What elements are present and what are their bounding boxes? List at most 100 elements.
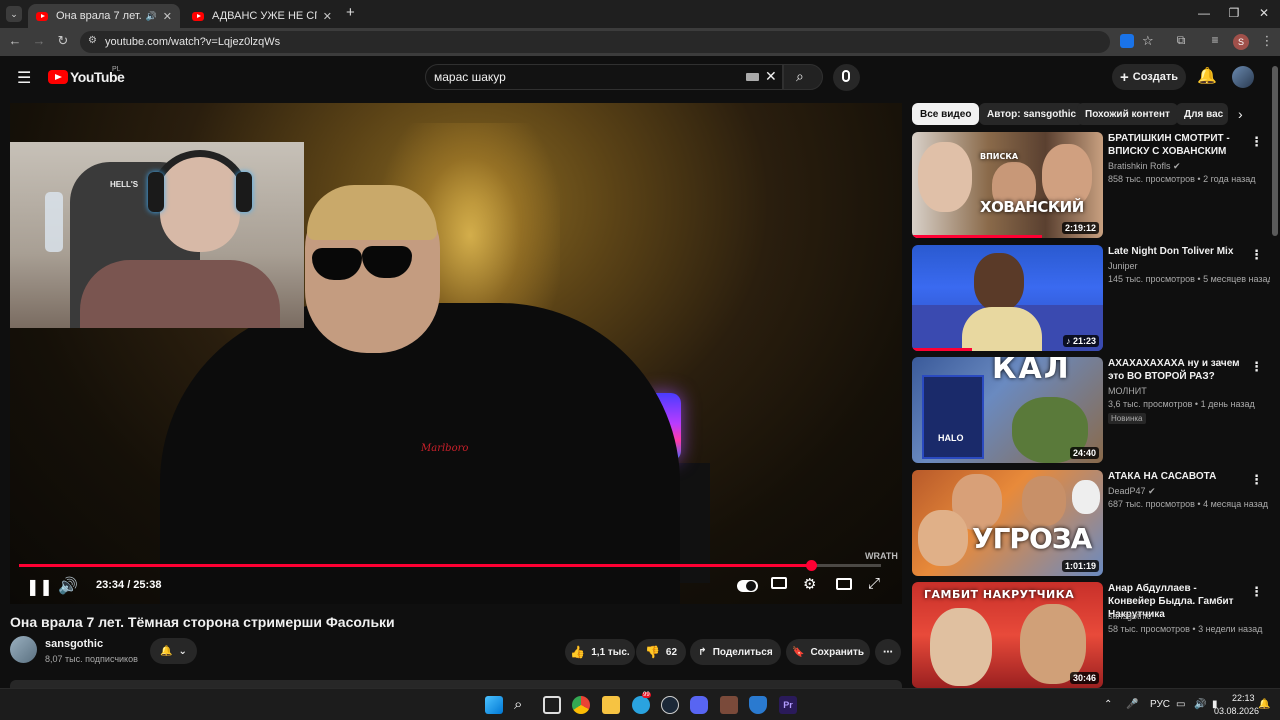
forward-icon[interactable]: → xyxy=(30,33,48,48)
chip-from-author[interactable]: Автор: sansgothic xyxy=(979,103,1085,125)
dislike-button[interactable]: 👎 62 xyxy=(636,639,686,665)
more-options-icon[interactable]: ⋮ xyxy=(1250,584,1263,600)
video-thumbnail[interactable]: КАЛ HALO 24:40 xyxy=(912,357,1103,463)
autoplay-toggle[interactable] xyxy=(737,580,758,592)
search-input[interactable] xyxy=(434,70,734,84)
restore-icon[interactable]: ❐ xyxy=(1224,6,1244,20)
channel-avatar[interactable] xyxy=(10,636,37,663)
game-app-icon[interactable] xyxy=(720,696,738,714)
recommendation-item[interactable]: ГАМБИТ НАКРУТЧИКА 30:46 Анар Абдуллаев -… xyxy=(912,582,1263,688)
task-view-icon[interactable] xyxy=(543,696,561,714)
browser-tab[interactable]: АДВАНС УЖЕ НЕ СПАСТИ — Y ✕ xyxy=(184,4,340,28)
shield-app-icon[interactable] xyxy=(749,696,767,714)
more-options-icon[interactable]: ⋮ xyxy=(1250,472,1263,488)
site-info-icon[interactable]: ⚙ xyxy=(88,35,97,46)
progress-bar[interactable] xyxy=(19,560,881,571)
bookmark-star-icon[interactable]: ☆ xyxy=(1142,33,1154,49)
voice-search-button[interactable] xyxy=(833,64,860,91)
recommendation-title[interactable]: Late Night Don Toliver Mix xyxy=(1108,245,1246,258)
recommendation-item[interactable]: ♪ 21:23 Late Night Don Toliver Mix Junip… xyxy=(912,245,1273,351)
address-bar[interactable]: ⚙ youtube.com/watch?v=Lqjez0lzqWs ☆ xyxy=(80,31,1154,53)
more-actions-button[interactable]: ⋯ xyxy=(875,639,901,665)
discord-icon[interactable] xyxy=(690,696,708,714)
chip-related[interactable]: Похожий контент xyxy=(1077,103,1178,125)
recommendation-title[interactable]: АТАКА НА САСАВОТА xyxy=(1108,470,1246,483)
close-tab-icon[interactable]: ✕ xyxy=(163,10,172,23)
browser-tab-active[interactable]: Она врала 7 лет. Тёмная с 🔊 ✕ xyxy=(28,4,180,28)
fullscreen-icon[interactable]: ⤢ xyxy=(868,575,880,592)
video-player[interactable]: Marlboro WRATH HELL'S ❚❚ 🔊 23:34 / 25:38… xyxy=(10,103,902,604)
video-thumbnail[interactable]: ГАМБИТ НАКРУТЧИКА 30:46 xyxy=(912,582,1103,688)
close-tab-icon[interactable]: ✕ xyxy=(323,10,332,23)
search-button[interactable]: ⌕ xyxy=(783,64,823,90)
volume-tray-icon[interactable]: 🔊 xyxy=(1194,699,1206,710)
save-button[interactable]: 🔖 Сохранить xyxy=(786,639,870,665)
more-options-icon[interactable]: ⋮ xyxy=(1250,134,1263,150)
notifications-bell-icon[interactable]: 🔔 xyxy=(1197,66,1217,86)
keyboard-icon[interactable] xyxy=(746,73,759,81)
like-button[interactable]: 👍 1,1 тыс. xyxy=(565,639,635,665)
clear-search-icon[interactable]: ✕ xyxy=(765,68,777,85)
reload-icon[interactable]: ↻ xyxy=(54,33,72,49)
recommendation-title[interactable]: АХАХАХАХАХА ну и зачем это ВО ВТОРОЙ РАЗ… xyxy=(1108,357,1246,383)
recommendation-item[interactable]: УГРОЗА 1:01:19 АТАКА НА САСАВОТА DeadP47… xyxy=(912,470,1268,576)
telegram-icon[interactable]: 99 xyxy=(632,692,651,714)
tab-search-button[interactable]: ⌄ xyxy=(6,6,22,22)
recommendation-channel[interactable]: МОЛНИТ xyxy=(1108,386,1147,396)
clock-time[interactable]: 22:13 xyxy=(1232,693,1255,703)
youtube-logo-icon[interactable] xyxy=(48,70,68,84)
share-button[interactable]: ↱ Поделиться xyxy=(690,639,781,665)
search-box[interactable]: ✕ xyxy=(425,64,783,90)
translate-icon[interactable] xyxy=(1120,34,1134,48)
hamburger-menu-icon[interactable]: ☰ xyxy=(17,68,31,88)
mic-tray-icon[interactable]: 🎤 xyxy=(1126,699,1138,710)
video-thumbnail[interactable]: ВПИСКА ХОВАНСКИЙ 2:19:12 xyxy=(912,132,1103,238)
close-window-icon[interactable]: ✕ xyxy=(1254,6,1274,20)
steam-icon[interactable] xyxy=(661,696,679,714)
recommendation-channel[interactable]: sansgothic xyxy=(1108,611,1151,621)
extensions-icon[interactable]: ⧉ xyxy=(1172,33,1190,48)
recommendation-item[interactable]: КАЛ HALO 24:40 АХАХАХАХАХА ну и зачем эт… xyxy=(912,357,1263,463)
network-icon[interactable]: ▭ xyxy=(1176,699,1185,710)
scrollbar-thumb[interactable] xyxy=(1272,66,1278,236)
premiere-pro-icon[interactable]: Pr xyxy=(779,696,797,714)
channel-name[interactable]: sansgothic xyxy=(45,638,103,650)
new-tab-button[interactable]: + xyxy=(346,4,355,21)
language-indicator[interactable]: РУС xyxy=(1150,699,1170,710)
chevron-right-icon[interactable]: › xyxy=(1238,106,1243,122)
video-thumbnail[interactable]: ♪ 21:23 xyxy=(912,245,1103,351)
chrome-icon[interactable] xyxy=(572,696,590,714)
volume-icon[interactable]: 🔊 xyxy=(58,576,78,596)
tray-chevron-icon[interactable]: ⌃ xyxy=(1104,699,1112,710)
back-icon[interactable]: ← xyxy=(6,33,24,48)
create-button[interactable]: + Создать xyxy=(1112,64,1186,90)
chrome-menu-icon[interactable]: ⋮ xyxy=(1258,33,1276,49)
profile-avatar[interactable]: S xyxy=(1233,34,1249,50)
chip-for-you[interactable]: Для вас xyxy=(1176,103,1228,125)
pause-icon[interactable]: ❚❚ xyxy=(26,577,53,597)
search-icon[interactable]: ⌕ xyxy=(514,696,532,714)
recommendation-channel[interactable]: Juniper xyxy=(1108,261,1138,271)
account-avatar[interactable] xyxy=(1232,66,1254,88)
file-explorer-icon[interactable] xyxy=(602,696,620,714)
notification-center-icon[interactable]: 🔔 xyxy=(1258,699,1270,710)
recommendation-item[interactable]: ВПИСКА ХОВАНСКИЙ 2:19:12 БРАТИШКИН СМОТР… xyxy=(912,132,1263,238)
more-options-icon[interactable]: ⋮ xyxy=(1250,359,1263,375)
video-thumbnail[interactable]: УГРОЗА 1:01:19 xyxy=(912,470,1103,576)
chip-all-videos[interactable]: Все видео xyxy=(912,103,980,125)
thumbnail-figure xyxy=(962,307,1042,351)
page-scrollbar[interactable] xyxy=(1270,56,1280,688)
recommendation-title[interactable]: БРАТИШКИН СМОТРИТ - ВПИСКУ С ХОВАНСКИМ xyxy=(1108,132,1246,158)
recommendation-channel[interactable]: DeadP47 ✔ xyxy=(1108,486,1156,497)
minimize-icon[interactable]: — xyxy=(1194,6,1214,20)
subtitles-icon[interactable] xyxy=(771,577,787,589)
windows-start-icon[interactable] xyxy=(485,696,503,714)
subscribe-bell-button[interactable]: 🔔 ⌄ xyxy=(150,638,197,664)
recommendation-channel[interactable]: Bratishkin Rofls ✔ xyxy=(1108,161,1181,172)
media-control-icon[interactable]: ≡ xyxy=(1206,33,1224,47)
theater-mode-icon[interactable] xyxy=(836,578,852,590)
description-box[interactable] xyxy=(10,680,902,688)
clock-date[interactable]: 03.08.2026 xyxy=(1214,706,1259,716)
settings-gear-icon[interactable]: ⚙ xyxy=(803,575,816,593)
more-options-icon[interactable]: ⋮ xyxy=(1250,247,1263,263)
